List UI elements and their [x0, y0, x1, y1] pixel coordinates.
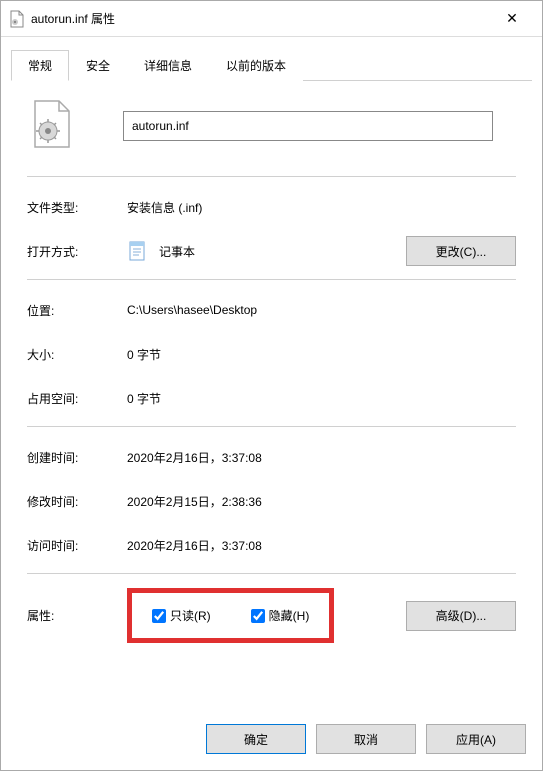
openwith-app-name: 记事本: [159, 243, 195, 260]
size-row: 大小: 0 字节: [27, 338, 516, 370]
window-title: autorun.inf 属性: [31, 10, 490, 27]
attributes-row: 属性: 只读(R) 隐藏(H) 高级(D)...: [27, 588, 516, 643]
advanced-button[interactable]: 高级(D)...: [406, 601, 516, 631]
readonly-label: 只读(R): [170, 607, 211, 624]
change-button[interactable]: 更改(C)...: [406, 236, 516, 266]
ok-button[interactable]: 确定: [206, 724, 306, 754]
modified-label: 修改时间:: [27, 493, 127, 510]
sizeondisk-row: 占用空间: 0 字节: [27, 382, 516, 414]
properties-dialog: autorun.inf 属性 ✕ 常规 安全 详细信息 以前的版本: [0, 0, 543, 771]
openwith-row: 打开方式: 记事本 更改(C)...: [27, 235, 516, 267]
openwith-value: 记事本: [127, 240, 406, 262]
notepad-icon: [127, 240, 149, 262]
filetype-value: 安装信息 (.inf): [127, 199, 516, 216]
hidden-checkbox[interactable]: [251, 609, 265, 623]
large-file-icon: [31, 99, 79, 152]
hidden-checkbox-item[interactable]: 隐藏(H): [251, 607, 310, 624]
filename-input[interactable]: [123, 111, 493, 141]
created-value: 2020年2月16日，3:37:08: [127, 449, 516, 466]
modified-row: 修改时间: 2020年2月15日，2:38:36: [27, 485, 516, 517]
tab-details[interactable]: 详细信息: [127, 50, 209, 81]
location-row: 位置: C:\Users\hasee\Desktop: [27, 294, 516, 326]
tab-general-content: 文件类型: 安装信息 (.inf) 打开方式: 记事本: [11, 81, 532, 710]
location-label: 位置:: [27, 302, 127, 319]
tab-security[interactable]: 安全: [69, 50, 127, 81]
tab-general[interactable]: 常规: [11, 50, 69, 81]
readonly-checkbox-item[interactable]: 只读(R): [152, 607, 211, 624]
size-value: 0 字节: [127, 346, 516, 363]
tab-previous-versions[interactable]: 以前的版本: [209, 50, 303, 81]
cancel-button[interactable]: 取消: [316, 724, 416, 754]
attributes-highlight-box: 只读(R) 隐藏(H): [127, 588, 334, 643]
sizeondisk-value: 0 字节: [127, 390, 516, 407]
filename-row: [27, 99, 516, 152]
separator: [27, 279, 516, 280]
apply-button[interactable]: 应用(A): [426, 724, 526, 754]
file-icon: [9, 10, 25, 28]
accessed-label: 访问时间:: [27, 537, 127, 554]
created-row: 创建时间: 2020年2月16日，3:37:08: [27, 441, 516, 473]
readonly-checkbox[interactable]: [152, 609, 166, 623]
separator: [27, 426, 516, 427]
filetype-row: 文件类型: 安装信息 (.inf): [27, 191, 516, 223]
location-value: C:\Users\hasee\Desktop: [127, 303, 516, 317]
tab-strip: 常规 安全 详细信息 以前的版本: [11, 49, 532, 81]
close-button[interactable]: ✕: [490, 3, 534, 35]
sizeondisk-label: 占用空间:: [27, 390, 127, 407]
tabs-container: 常规 安全 详细信息 以前的版本 文件: [1, 37, 542, 710]
separator: [27, 573, 516, 574]
hidden-label: 隐藏(H): [269, 607, 310, 624]
size-label: 大小:: [27, 346, 127, 363]
separator: [27, 176, 516, 177]
dialog-buttons: 确定 取消 应用(A): [1, 710, 542, 770]
modified-value: 2020年2月15日，2:38:36: [127, 493, 516, 510]
titlebar: autorun.inf 属性 ✕: [1, 1, 542, 37]
created-label: 创建时间:: [27, 449, 127, 466]
accessed-value: 2020年2月16日，3:37:08: [127, 537, 516, 554]
filetype-label: 文件类型:: [27, 199, 127, 216]
attributes-label: 属性:: [27, 607, 127, 624]
openwith-label: 打开方式:: [27, 243, 127, 260]
accessed-row: 访问时间: 2020年2月16日，3:37:08: [27, 529, 516, 561]
